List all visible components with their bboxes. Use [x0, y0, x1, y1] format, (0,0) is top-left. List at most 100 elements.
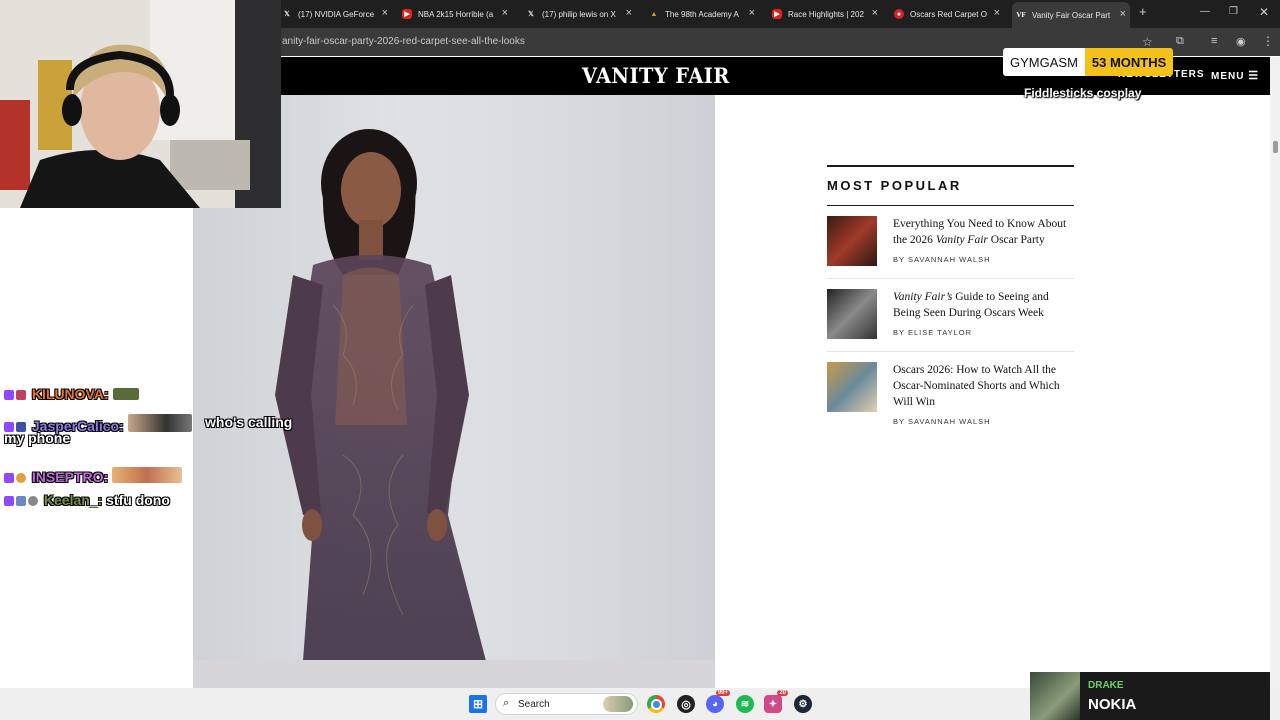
- sub-message: Fiddlesticks cosplay: [1024, 86, 1142, 100]
- sub-months: 53 MONTHS: [1084, 48, 1174, 76]
- headline-text: Oscars 2026: How to Watch All the Oscar-…: [893, 364, 1060, 408]
- media-icon[interactable]: ≡: [1211, 35, 1217, 47]
- maximize-icon[interactable]: ❐: [1229, 6, 1238, 17]
- webcam-scene: [0, 0, 281, 208]
- discord-badge: 99+: [715, 690, 730, 696]
- kebab-menu-icon[interactable]: ⋮: [1262, 34, 1274, 48]
- tab-nba[interactable]: ▶ NBA 2k15 Horrible (a ×: [402, 4, 512, 24]
- chat-username: KILUNOVA:: [31, 386, 109, 402]
- close-icon[interactable]: ×: [1120, 8, 1126, 20]
- taskbar-search[interactable]: ⌕ Search: [495, 693, 638, 715]
- profile-icon[interactable]: ◉: [1236, 35, 1246, 48]
- tab-label: Vanity Fair Oscar Part: [1032, 10, 1111, 20]
- article-headline[interactable]: Vanity Fair’s Guide to Seeing and Being …: [893, 289, 1075, 341]
- chat-text: stfu dono: [106, 492, 170, 508]
- tab-label: (17) philip lewis on X: [542, 9, 616, 19]
- article-headline[interactable]: Everything You Need to Know About the 20…: [893, 216, 1075, 268]
- new-tab-icon[interactable]: +: [1139, 4, 1147, 19]
- discord-icon[interactable]: ◕ 99+: [706, 690, 730, 713]
- site-logo[interactable]: VANITY FAIR: [582, 63, 730, 88]
- sub-alert: GYMGASM 53 MONTHS: [1003, 48, 1174, 76]
- chat-message-text: who's calling my phone: [4, 414, 304, 446]
- article-thumbnail[interactable]: [827, 289, 877, 339]
- chat-text: who's calling my phone: [4, 414, 293, 446]
- academy-icon: ▲: [650, 10, 658, 18]
- close-icon[interactable]: ×: [994, 7, 1000, 19]
- vf-icon: VF: [1016, 11, 1026, 19]
- minimize-icon[interactable]: —: [1200, 6, 1210, 17]
- badge-icon: [28, 496, 38, 506]
- scrollbar-thumb[interactable]: [1273, 141, 1278, 153]
- popular-item[interactable]: Vanity Fair’s Guide to Seeing and Being …: [827, 279, 1074, 352]
- most-popular-section: MOST POPULAR Everything You Need to Know…: [827, 165, 1074, 426]
- sub-badge-icon: [4, 473, 14, 483]
- chat-username: Keelan_:: [43, 492, 103, 508]
- menu-button[interactable]: MENU ☰: [1211, 69, 1259, 82]
- tab-label: NBA 2k15 Horrible (a: [418, 9, 494, 19]
- article-byline: BY SAVANNAH WALSH: [893, 255, 991, 264]
- headline-italic: Vanity Fair: [935, 234, 988, 246]
- site-icon: ●: [894, 9, 904, 19]
- now-playing-song: NOKIA: [1088, 696, 1137, 713]
- sub-badge-icon: [4, 496, 14, 506]
- tab-academy[interactable]: ▲ The 98th Academy A ×: [649, 4, 759, 24]
- close-window-icon[interactable]: ✕: [1259, 5, 1269, 19]
- windows-start-icon[interactable]: ⊞: [469, 695, 487, 713]
- album-art: [1030, 672, 1080, 720]
- obs-icon[interactable]: ◎: [677, 695, 695, 713]
- tab-vanity-fair[interactable]: VF Vanity Fair Oscar Part ×: [1012, 2, 1130, 28]
- chat-message: KILUNOVA:: [4, 386, 139, 402]
- search-label: Search: [518, 698, 550, 710]
- close-icon[interactable]: ×: [749, 7, 755, 19]
- tab-oscars[interactable]: ● Oscars Red Carpet O ×: [894, 4, 1004, 24]
- close-icon[interactable]: ×: [872, 7, 878, 19]
- url-text[interactable]: anity-fair-oscar-party-2026-red-carpet-s…: [282, 36, 525, 47]
- close-icon[interactable]: ×: [502, 7, 508, 19]
- star-icon[interactable]: ☆: [1142, 35, 1153, 49]
- tab-label: Race Highlights | 202: [788, 9, 864, 19]
- tab-nvidia[interactable]: 𝕏 (17) NVIDIA GeForce ×: [282, 4, 392, 24]
- headline-text: Oscar Party: [987, 234, 1045, 246]
- chat-message: INSEPTRO:: [4, 467, 183, 485]
- tab-philip-lewis[interactable]: 𝕏 (17) philip lewis on X ×: [526, 4, 636, 24]
- tab-label: (17) NVIDIA GeForce: [298, 9, 375, 19]
- chat-username: INSEPTRO:: [31, 469, 109, 485]
- chrome-icon[interactable]: [647, 695, 665, 713]
- article-byline: BY ELISE TAYLOR: [893, 328, 973, 337]
- app-badge: 20: [777, 690, 788, 696]
- youtube-icon: ▶: [772, 9, 782, 19]
- tab-label: Oscars Red Carpet O: [910, 9, 987, 19]
- steam-icon[interactable]: ⚙: [794, 695, 812, 713]
- app-icon[interactable]: ✦ 20: [764, 690, 788, 713]
- popular-item[interactable]: Oscars 2026: How to Watch All the Oscar-…: [827, 352, 1074, 426]
- webcam-overlay: [0, 0, 281, 208]
- badge-icon: [16, 473, 26, 483]
- popular-item[interactable]: Everything You Need to Know About the 20…: [827, 206, 1074, 279]
- headline-italic: Vanity Fair’s: [893, 291, 953, 303]
- youtube-icon: ▶: [402, 9, 412, 19]
- page-scrollbar[interactable]: [1270, 57, 1280, 688]
- extensions-icon[interactable]: ⧉: [1176, 35, 1184, 48]
- now-playing-artist: DRAKE: [1088, 680, 1124, 691]
- spotify-icon[interactable]: ≋: [736, 695, 754, 713]
- badge-icon: [16, 496, 26, 506]
- x-icon: 𝕏: [528, 11, 534, 18]
- article-byline: BY SAVANNAH WALSH: [893, 417, 991, 426]
- emote-icon: [112, 467, 183, 483]
- chat-message: Keelan_: stfu dono: [4, 492, 170, 508]
- article-thumbnail[interactable]: [827, 216, 877, 266]
- tab-label: The 98th Academy A: [665, 9, 739, 19]
- close-icon[interactable]: ×: [382, 7, 388, 19]
- hamburger-icon: ☰: [1248, 70, 1260, 82]
- article-headline[interactable]: Oscars 2026: How to Watch All the Oscar-…: [893, 362, 1075, 430]
- article-thumbnail[interactable]: [827, 362, 877, 412]
- search-icon: ⌕: [503, 697, 510, 709]
- menu-label: MENU: [1211, 71, 1245, 82]
- now-playing-widget: DRAKE NOKIA: [1030, 672, 1270, 720]
- x-icon: 𝕏: [284, 11, 290, 18]
- badge-icon: [16, 390, 26, 400]
- sub-badge-icon: [4, 390, 14, 400]
- tab-race[interactable]: ▶ Race Highlights | 202 ×: [772, 4, 882, 24]
- close-icon[interactable]: ×: [626, 7, 632, 19]
- emote-icon: [112, 388, 139, 400]
